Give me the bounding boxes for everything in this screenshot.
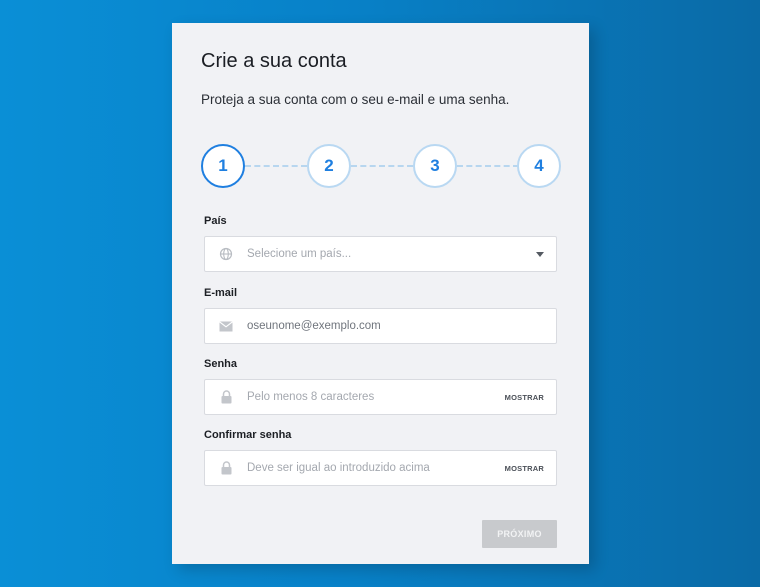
step-indicator: 1 2 3 4 xyxy=(201,144,561,188)
confirm-password-label: Confirmar senha xyxy=(204,429,292,441)
step-4: 4 xyxy=(517,144,561,188)
email-field[interactable]: oseunome@exemplo.com xyxy=(204,308,557,344)
email-placeholder: oseunome@exemplo.com xyxy=(247,320,381,332)
page-subtitle: Proteja a sua conta com o seu e-mail e u… xyxy=(201,92,510,107)
password-label: Senha xyxy=(204,358,238,370)
password-placeholder: Pelo menos 8 caracteres xyxy=(247,391,375,403)
signup-card: Crie a sua conta Proteja a sua conta com… xyxy=(172,23,589,564)
step-2: 2 xyxy=(307,144,351,188)
step-1: 1 xyxy=(201,144,245,188)
step-3: 3 xyxy=(413,144,457,188)
next-button[interactable]: PRÓXIMO xyxy=(482,520,557,548)
confirm-password-field[interactable]: Deve ser igual ao introduzido acima MOST… xyxy=(204,450,557,486)
globe-icon xyxy=(205,247,247,261)
confirm-password-placeholder: Deve ser igual ao introduzido acima xyxy=(247,462,430,474)
lock-icon xyxy=(205,461,247,475)
password-field[interactable]: Pelo menos 8 caracteres MOSTRAR xyxy=(204,379,557,415)
step-connector xyxy=(245,165,307,167)
step-connector xyxy=(457,165,519,167)
show-confirm-password-button[interactable]: MOSTRAR xyxy=(505,464,556,473)
show-password-button[interactable]: MOSTRAR xyxy=(505,393,556,402)
mail-icon xyxy=(205,320,247,332)
country-label: País xyxy=(204,215,227,227)
step-connector xyxy=(351,165,413,167)
country-placeholder: Selecione um país... xyxy=(247,248,352,260)
lock-icon xyxy=(205,390,247,404)
chevron-down-icon[interactable] xyxy=(536,251,544,257)
page-title: Crie a sua conta xyxy=(201,50,347,72)
email-label: E-mail xyxy=(204,287,238,299)
country-select[interactable]: Selecione um país... xyxy=(204,236,557,272)
